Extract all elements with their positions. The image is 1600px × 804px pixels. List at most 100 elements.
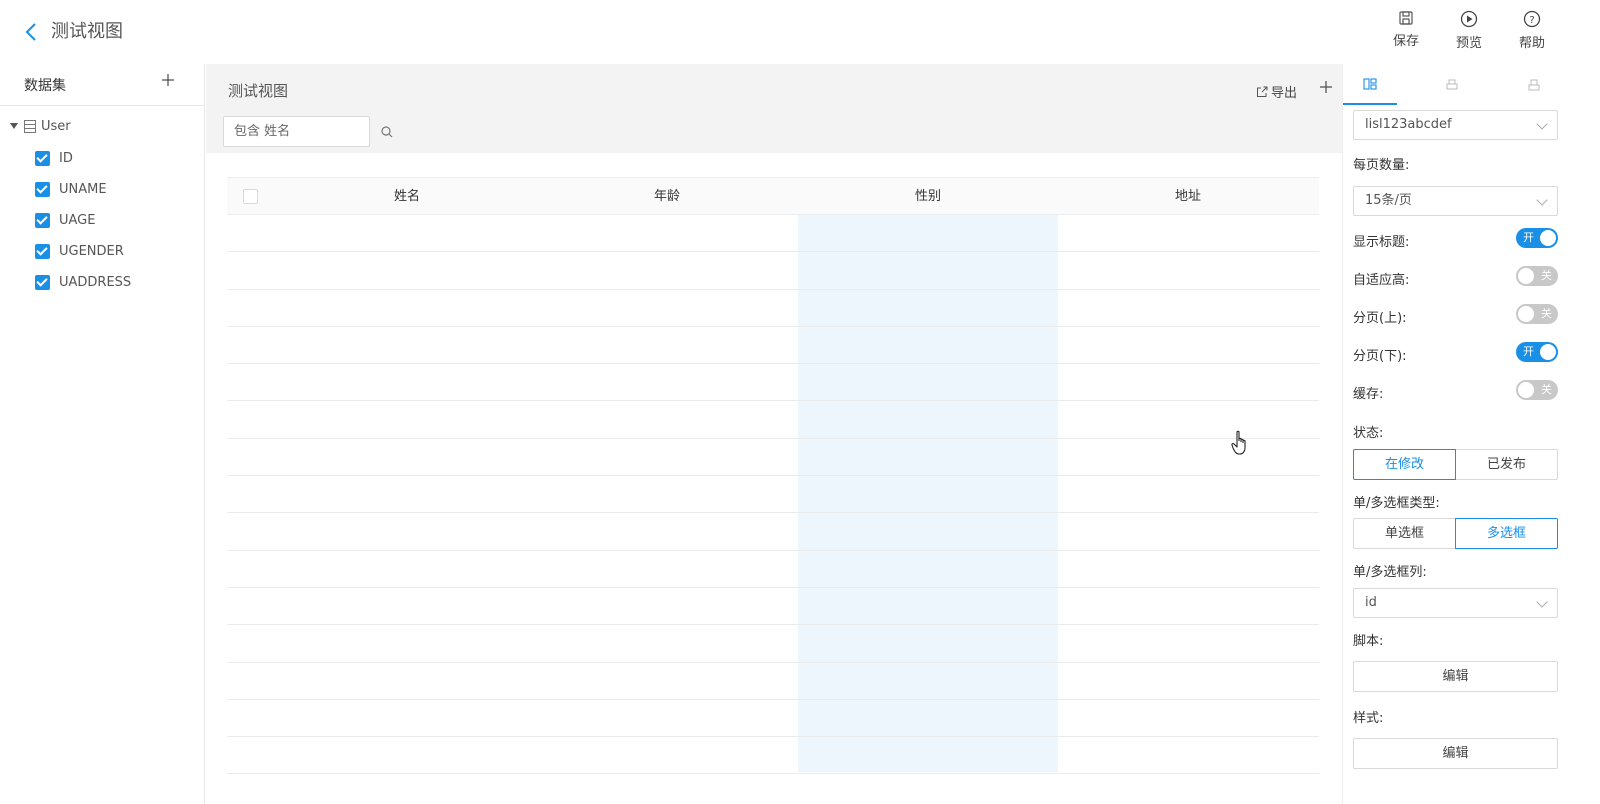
table-row[interactable]: [227, 364, 1319, 402]
toggle-text: 关: [1541, 383, 1552, 396]
column-header-address[interactable]: 地址: [1058, 178, 1318, 215]
pagination-bottom-toggle[interactable]: 开: [1516, 342, 1558, 362]
view-title: 测试视图: [228, 82, 289, 100]
chevron-down-icon: [1536, 194, 1548, 206]
edit-style-button[interactable]: 编辑: [1353, 738, 1558, 769]
save-label: 保存: [1392, 34, 1419, 49]
help-label: 帮助: [1518, 36, 1545, 51]
table-row[interactable]: [227, 252, 1319, 290]
toggle-text: 关: [1541, 269, 1552, 282]
checkbox-checked[interactable]: [35, 243, 50, 259]
status-label: 状态:: [1353, 426, 1384, 441]
table-row[interactable]: [227, 476, 1319, 514]
toggle-knob: [1518, 382, 1534, 398]
table-row[interactable]: [227, 625, 1319, 663]
table-row[interactable]: [227, 700, 1319, 738]
checkbox-checked[interactable]: [35, 150, 50, 166]
add-dataset-icon[interactable]: [160, 72, 176, 88]
toggle-text: 关: [1541, 307, 1552, 320]
show-title-label: 显示标题:: [1353, 235, 1410, 250]
cache-label: 缓存:: [1353, 387, 1384, 402]
layout-icon: [1363, 77, 1377, 90]
print-icon: [1446, 79, 1458, 89]
edit-script-button[interactable]: 编辑: [1353, 661, 1558, 692]
select-type-label: 单/多选框类型:: [1353, 496, 1440, 511]
status-segment: 在修改 已发布: [1353, 449, 1558, 480]
table-header: 姓名 年龄 性别 地址: [227, 177, 1319, 215]
help-button[interactable]: ? 帮助: [1508, 10, 1556, 56]
pagination-top-toggle[interactable]: 关: [1516, 304, 1558, 324]
preview-label: 预览: [1455, 36, 1482, 51]
table-row[interactable]: [227, 401, 1319, 439]
field-ugender[interactable]: UGENDER: [35, 241, 124, 261]
search-icon[interactable]: [380, 125, 394, 139]
data-table: 姓名 年龄 性别 地址: [227, 177, 1319, 775]
checkbox-checked[interactable]: [35, 181, 50, 197]
page-size-label: 每页数量:: [1353, 158, 1410, 173]
auto-height-toggle[interactable]: 关: [1516, 266, 1558, 286]
single-select-option[interactable]: 单选框: [1353, 518, 1456, 549]
preview-button[interactable]: 预览: [1445, 10, 1493, 56]
style-label: 样式:: [1353, 711, 1384, 726]
page-size-select[interactable]: 15条/页: [1353, 186, 1558, 216]
export-button[interactable]: 导出: [1256, 82, 1297, 101]
select-column-select[interactable]: id: [1353, 588, 1558, 618]
field-label: ID: [59, 150, 73, 166]
tab-print[interactable]: [1425, 64, 1479, 105]
select-column-label: 单/多选框列:: [1353, 565, 1427, 580]
field-label: UAGE: [59, 212, 96, 228]
field-id[interactable]: ID: [35, 148, 73, 168]
tree-node-user[interactable]: User: [10, 116, 71, 136]
export-icon: [1257, 86, 1268, 97]
toggle-text: 开: [1523, 345, 1534, 358]
save-icon: [1399, 11, 1413, 25]
table-icon: [24, 119, 36, 133]
column-header-age[interactable]: 年龄: [537, 178, 797, 215]
help-circle-icon: ?: [1523, 10, 1541, 28]
table-row[interactable]: [227, 513, 1319, 551]
table-row[interactable]: [227, 588, 1319, 626]
script-label: 脚本:: [1353, 634, 1384, 649]
table-row[interactable]: [227, 663, 1319, 700]
play-circle-icon: [1460, 10, 1478, 28]
column-header-gender[interactable]: 性别: [798, 178, 1058, 215]
table-row[interactable]: [227, 327, 1319, 365]
column-header-name[interactable]: 姓名: [277, 178, 537, 215]
field-uaddress[interactable]: UADDRESS: [35, 272, 131, 292]
status-published-option[interactable]: 已发布: [1455, 449, 1558, 480]
toggle-knob: [1540, 230, 1556, 246]
select-all-checkbox[interactable]: [243, 189, 258, 204]
caret-down-icon[interactable]: [10, 123, 18, 129]
table-row[interactable]: [227, 290, 1319, 327]
tab-printer[interactable]: [1507, 64, 1561, 105]
top-bar: 测试视图 保存 预览 ? 帮助: [0, 0, 1600, 64]
dataset-title: 数据集: [24, 78, 66, 94]
svg-text:?: ?: [1529, 15, 1534, 26]
auto-height-label: 自适应高:: [1353, 273, 1410, 288]
select-column-value: id: [1365, 595, 1377, 610]
checkbox-checked[interactable]: [35, 274, 50, 290]
view-canvas: 测试视图 导出 姓名 年龄 性别 地址: [206, 64, 1342, 804]
checkbox-checked[interactable]: [35, 212, 50, 228]
show-title-toggle[interactable]: 开: [1516, 228, 1558, 248]
table-row[interactable]: [227, 215, 1319, 253]
table-row[interactable]: [227, 551, 1319, 588]
multi-select-option[interactable]: 多选框: [1455, 518, 1558, 549]
field-uage[interactable]: UAGE: [35, 210, 95, 230]
page-size-value: 15条/页: [1365, 193, 1412, 208]
table-row[interactable]: [227, 737, 1319, 775]
search-input[interactable]: [223, 116, 370, 147]
datasource-select[interactable]: lisl123abcdef: [1353, 110, 1558, 140]
printer-icon: [1528, 79, 1540, 90]
export-label: 导出: [1271, 86, 1298, 101]
field-label: UNAME: [59, 181, 107, 197]
cache-toggle[interactable]: 关: [1516, 380, 1558, 400]
field-uname[interactable]: UNAME: [35, 179, 107, 199]
add-icon[interactable]: [1319, 80, 1333, 94]
back-arrow-icon[interactable]: [22, 22, 40, 42]
save-button[interactable]: 保存: [1382, 10, 1430, 56]
table-row[interactable]: [227, 439, 1319, 477]
tab-layout[interactable]: [1343, 64, 1397, 105]
status-editing-option[interactable]: 在修改: [1353, 449, 1456, 480]
table-name: User: [41, 118, 71, 134]
